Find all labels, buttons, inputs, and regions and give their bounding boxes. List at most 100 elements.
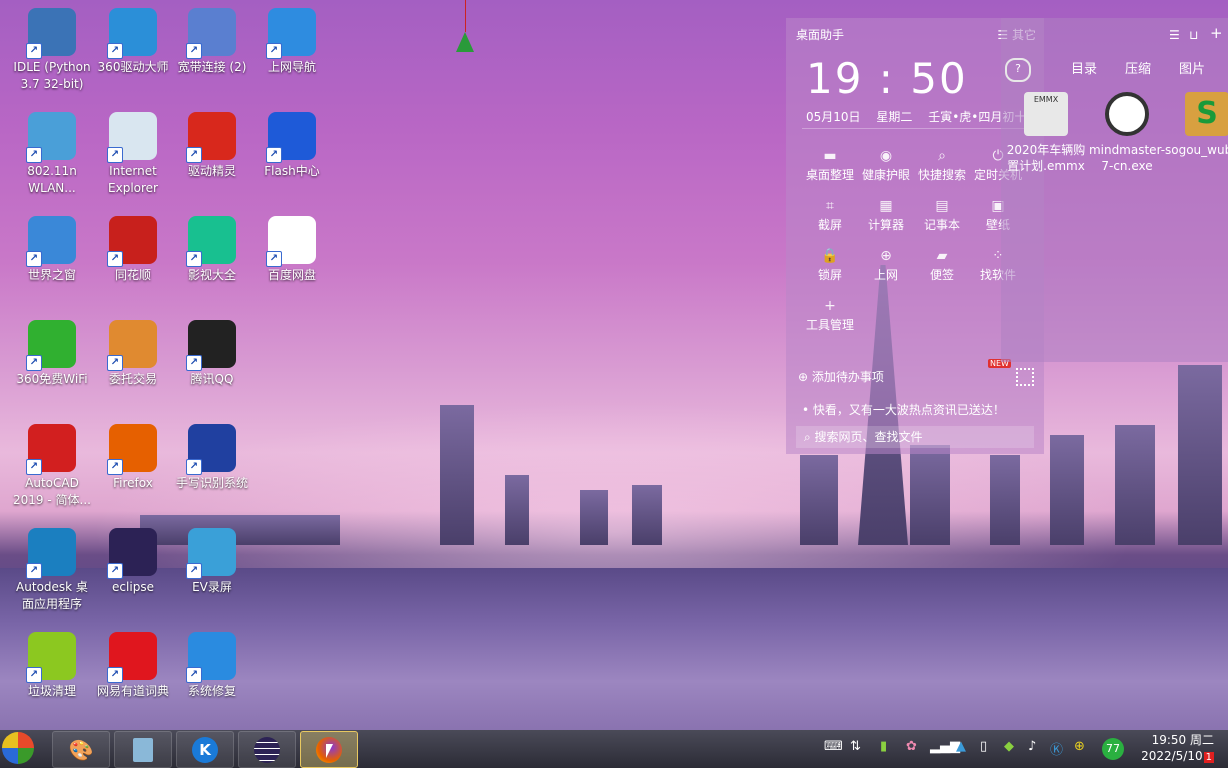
desktop-icon-label: 360免费WiFi — [16, 372, 88, 386]
desktop-icon[interactable]: ↗ AutoCAD 2019 - 简体... — [12, 420, 92, 520]
assistant-tool-5[interactable]: ▦ 计算器 — [858, 196, 914, 233]
tab-images[interactable]: 图片 — [1179, 58, 1205, 77]
desktop-icon[interactable]: ↗ 手写识别系统 — [172, 420, 252, 520]
security-icon[interactable]: ◆ — [1004, 739, 1014, 754]
desktop-icon[interactable]: ↗ 世界之窗 — [12, 212, 92, 312]
assistant-tool-12[interactable]: + 工具管理 — [802, 296, 858, 333]
mouse-cursor — [326, 744, 333, 758]
shortcut-arrow-icon: ↗ — [107, 667, 123, 683]
desktop-icon[interactable]: ↗ 系统修复 — [172, 628, 252, 728]
notification-badge[interactable]: 1 — [1203, 752, 1214, 763]
desktop-icon[interactable]: ↗ 360免费WiFi — [12, 316, 92, 416]
cloud-help-icon[interactable]: ? — [1005, 58, 1031, 82]
tray-badge[interactable]: 77 — [1102, 738, 1124, 760]
firefox-icon: ↗ — [107, 424, 157, 475]
emmx-badge: EMMX — [1033, 95, 1059, 104]
k-tray-icon[interactable]: Ⓚ — [1050, 739, 1063, 758]
assistant-tool-0[interactable]: ▬ 桌面整理 — [802, 146, 858, 183]
shortcut-arrow-icon: ↗ — [107, 251, 123, 267]
calculator-icon — [133, 737, 153, 762]
mindmaster-icon — [1105, 92, 1149, 136]
youdao-icon: ↗ — [107, 632, 157, 683]
desktop-icon-label: Firefox — [113, 476, 153, 490]
desktop-icon[interactable]: ↗ Flash中心 — [252, 108, 332, 208]
file-item[interactable]: EMMX 2020年车辆购置计划.emmx — [1004, 92, 1088, 174]
desktop-icon[interactable]: ↗ 同花顺 — [93, 212, 173, 312]
shortcut-arrow-icon: ↗ — [107, 355, 123, 371]
volume-icon[interactable]: ♪ — [1028, 739, 1036, 754]
news-ticker[interactable]: • 快看，又有一大波热点资讯已送达！ — [802, 401, 1005, 418]
taskbar-k-app[interactable]: K — [176, 731, 234, 768]
desktop-icon[interactable]: ↗ 驱动精灵 — [172, 108, 252, 208]
autodesk-tray-icon[interactable]: ▲ — [956, 739, 966, 754]
notepad-icon: ▤ — [935, 198, 949, 214]
desktop-icon-label: 影视大全 — [187, 268, 236, 282]
taskbar-clock[interactable]: 19:50 周二 2022/5/10 1 — [1141, 732, 1214, 766]
file-item[interactable]: mindmaster-7-cn.exe — [1085, 92, 1169, 174]
house-icon: ↗ — [107, 320, 157, 371]
shortcut-arrow-icon: ↗ — [186, 251, 202, 267]
desktop-icon[interactable]: ↗ Firefox — [93, 420, 173, 520]
assistant-tool-6[interactable]: ▤ 记事本 — [914, 196, 970, 233]
keyboard-icon[interactable]: ⌨ — [824, 739, 843, 754]
shortcut-arrow-icon: ↗ — [266, 147, 282, 163]
building — [440, 405, 474, 545]
add-todo-button[interactable]: ⊕ 添加待办事项 — [798, 368, 884, 385]
sticky-note-icon: ▰ — [936, 248, 948, 264]
flower-icon[interactable]: ✿ — [906, 739, 917, 754]
desktop-icon[interactable]: ↗ 上网导航 — [252, 4, 332, 104]
assistant-tool-label: 便签 — [929, 268, 954, 282]
assistant-tool-10[interactable]: ▰ 便签 — [914, 246, 970, 283]
add-panel-icon[interactable]: + — [1210, 24, 1223, 42]
list-view-icon[interactable]: ☰ — [1169, 28, 1180, 42]
desktop-icon[interactable]: ↗ 360驱动大师 — [93, 4, 173, 104]
desktop-icon[interactable]: ↗ Autodesk 桌面应用程序 — [12, 524, 92, 624]
desktop-icon[interactable]: ↗ 宽带连接 (2) — [172, 4, 252, 104]
desktop-icon[interactable]: ↗ 802.11n WLAN... — [12, 108, 92, 208]
flash-icon: ↗ — [266, 112, 316, 163]
desktop-icon-label: 网易有道词典 — [96, 684, 169, 698]
cards-icon: ↗ — [107, 216, 157, 267]
tab-directory[interactable]: 目录 — [1071, 58, 1097, 77]
assistant-clock: 19 : 50 — [806, 54, 968, 103]
christmas-tree-icon[interactable] — [456, 32, 474, 52]
desktop-icon[interactable]: ↗ EV录屏 — [172, 524, 252, 624]
building — [910, 445, 950, 545]
desktop-icon[interactable]: ↗ eclipse — [93, 524, 173, 624]
taskbar-paint[interactable]: 🎨 — [52, 731, 110, 768]
desktop-icon[interactable]: ↗ 垃圾清理 — [12, 628, 92, 728]
battery-icon[interactable]: ▮ — [880, 739, 887, 754]
desktop-organize-icon: ▬ — [823, 148, 837, 164]
assistant-tool-1[interactable]: ◉ 健康护眼 — [858, 146, 914, 183]
assistant-tool-label: 上网 — [873, 268, 898, 282]
assistant-tool-9[interactable]: ⊕ 上网 — [858, 246, 914, 283]
python-icon: ↗ — [26, 8, 76, 59]
play-icon: ↗ — [186, 216, 236, 267]
usb-icon[interactable]: ▯ — [980, 739, 987, 754]
tab-compressed[interactable]: 压缩 — [1125, 58, 1151, 77]
tray-expand-icon[interactable]: ⇅ — [850, 739, 861, 754]
shortcut-arrow-icon: ↗ — [26, 563, 42, 579]
lock-panel-icon[interactable]: ⊔ — [1189, 28, 1198, 42]
plus-tray-icon[interactable]: ⊕ — [1074, 739, 1085, 754]
file-label: sogou_wubi_31a.exe — [1165, 143, 1228, 157]
file-item[interactable]: S sogou_wubi_31a.exe — [1165, 92, 1228, 158]
crop-icon: ⌗ — [826, 198, 834, 214]
desktop-icon[interactable]: ↗ IDLE (Python 3.7 32-bit) — [12, 4, 92, 104]
assistant-tool-2[interactable]: ⌕ 快捷搜索 — [914, 146, 970, 183]
taskbar-eclipse[interactable] — [238, 731, 296, 768]
assistant-tool-4[interactable]: ⌗ 截屏 — [802, 196, 858, 233]
desktop-icon[interactable]: ↗ 百度网盘 — [252, 212, 332, 312]
qr-code-icon[interactable] — [1016, 368, 1034, 386]
desktop-icon[interactable]: ↗ 腾讯QQ — [172, 316, 252, 416]
shortcut-arrow-icon: ↗ — [107, 563, 123, 579]
desktop-icon[interactable]: ↗ 影视大全 — [172, 212, 252, 312]
taskbar-calculator[interactable] — [114, 731, 172, 768]
desktop-icon[interactable]: ↗ 委托交易 — [93, 316, 173, 416]
start-orb-icon[interactable] — [2, 732, 34, 764]
assistant-tool-8[interactable]: 🔒 锁屏 — [802, 246, 858, 283]
shortcut-arrow-icon: ↗ — [107, 147, 123, 163]
desktop-icon[interactable]: ↗ 网易有道词典 — [93, 628, 173, 728]
assistant-search-input[interactable]: ⌕ 搜索网页、查找文件 — [796, 426, 1034, 448]
desktop-icon[interactable]: ↗ Internet Explorer — [93, 108, 173, 208]
